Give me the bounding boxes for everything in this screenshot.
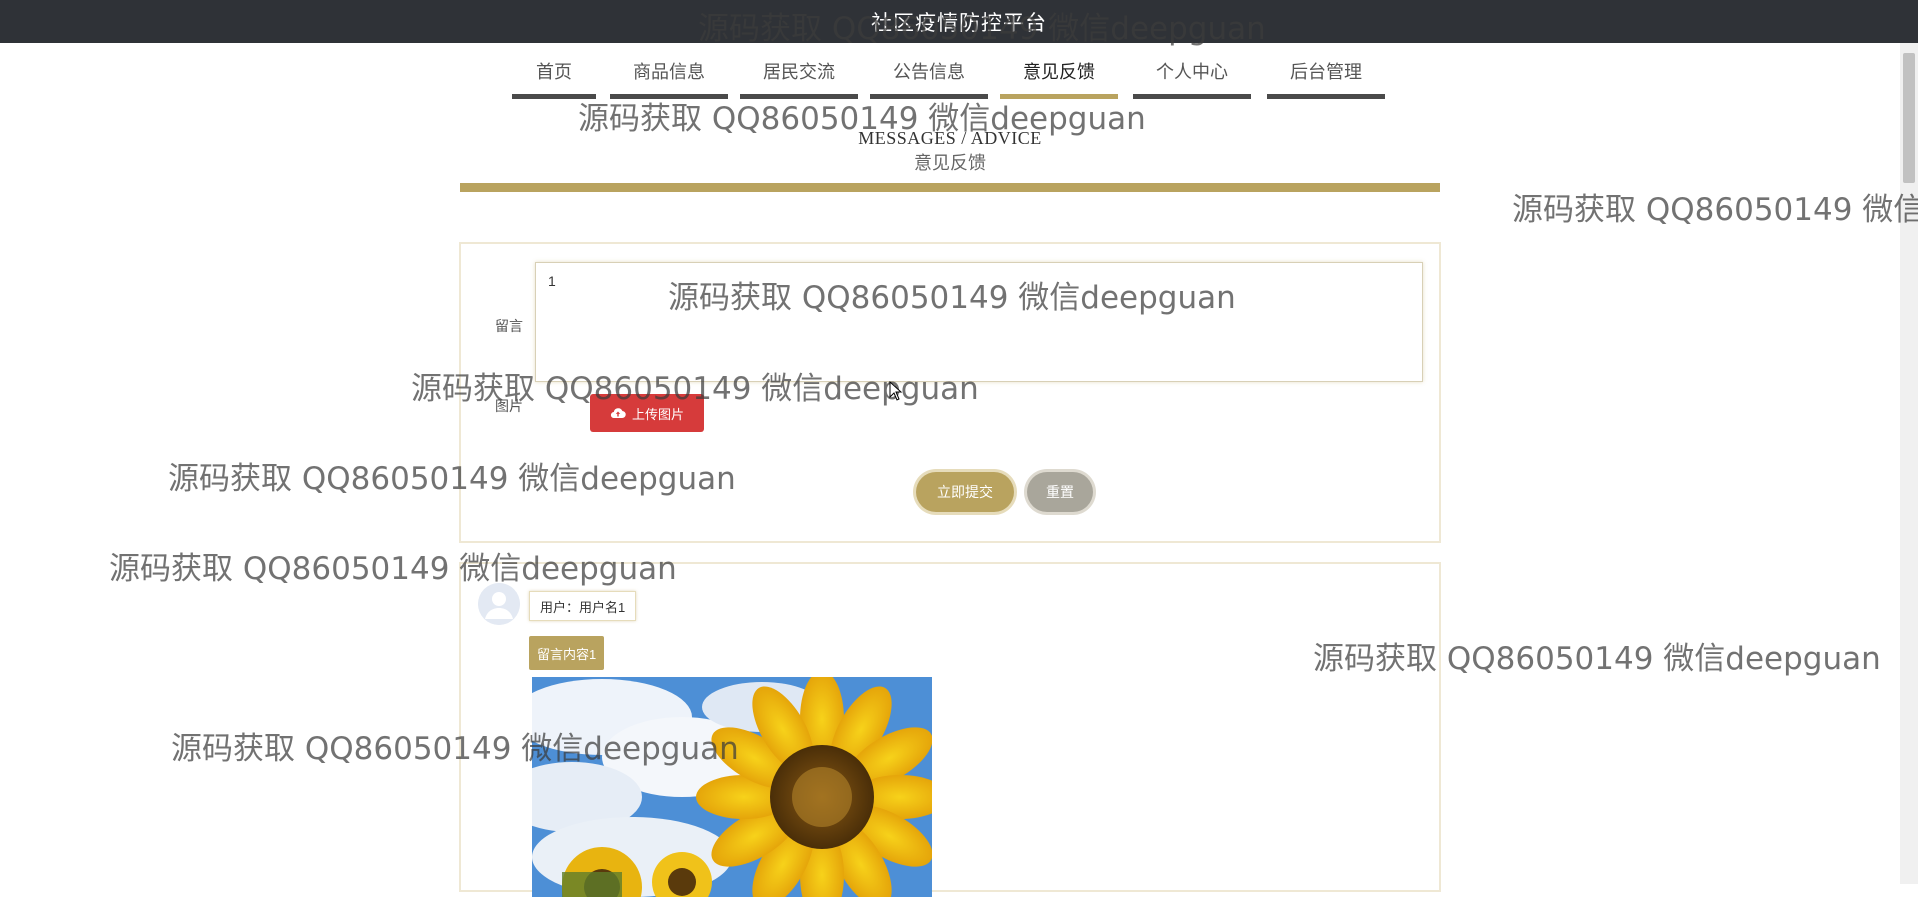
feedback-form: 留言 1 图片 上传图片 立即提交 重置 <box>459 242 1441 543</box>
comment-content: 留言内容1 <box>529 636 605 670</box>
nav-community[interactable]: 居民交流 <box>740 55 858 99</box>
reset-button[interactable]: 重置 <box>1027 472 1093 512</box>
top-header-bar: 社区疫情防控平台 <box>0 0 1918 43</box>
sunflower-photo <box>532 677 932 897</box>
section-title-cn: 意见反馈 <box>914 153 986 173</box>
nav-products[interactable]: 商品信息 <box>610 55 728 99</box>
message-label: 留言 <box>495 318 523 334</box>
section-divider <box>460 183 1440 192</box>
nav-admin[interactable]: 后台管理 <box>1267 55 1385 99</box>
image-label: 图片 <box>495 398 523 414</box>
watermark: 源码获取 QQ86050149 微信deepguan <box>1512 192 1918 228</box>
section-title-en: MESSAGES / ADVICE <box>858 128 1042 148</box>
mouse-cursor-icon <box>889 380 903 406</box>
nav-feedback[interactable]: 意见反馈 <box>1000 55 1118 99</box>
nav-home[interactable]: 首页 <box>512 55 596 99</box>
comment-list: 用户：用户名1 留言内容1 <box>459 562 1441 897</box>
user-avatar-icon <box>478 583 520 625</box>
comment-user: 用户：用户名1 <box>529 591 637 621</box>
section-heading: MESSAGES / ADVICE 意见反馈 <box>460 128 1440 175</box>
nav-profile[interactable]: 个人中心 <box>1133 55 1251 99</box>
cloud-upload-icon <box>610 407 626 419</box>
upload-image-label: 上传图片 <box>631 406 684 422</box>
scrollbar-thumb[interactable] <box>1903 53 1915 183</box>
page-scrollbar[interactable] <box>1900 43 1918 884</box>
message-textarea[interactable]: 1 <box>535 262 1423 382</box>
submit-button[interactable]: 立即提交 <box>916 472 1014 512</box>
upload-image-button[interactable]: 上传图片 <box>590 394 704 432</box>
site-title: 社区疫情防控平台 <box>871 11 1047 35</box>
nav-announcements[interactable]: 公告信息 <box>870 55 988 99</box>
